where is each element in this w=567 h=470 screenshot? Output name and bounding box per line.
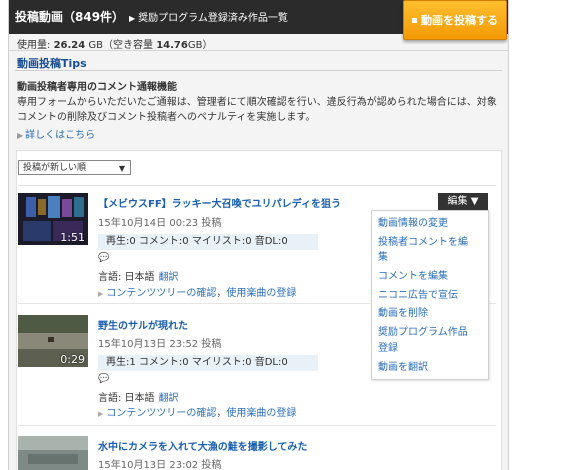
dropdown-arrow-icon: ▼	[470, 196, 479, 207]
video-links: ▶ コンテンツツリーの確認，使用楽曲の登録	[98, 404, 296, 419]
post-video-button-label: 動画を投稿する	[421, 14, 498, 27]
tips-details-link-label: 詳しくはこちら	[25, 130, 96, 141]
square-icon	[412, 17, 417, 23]
video-duration: 1:51	[60, 231, 85, 244]
video-title-link[interactable]: 【メビウスFF】ラッキー大召喚でユリパレディを狙う	[98, 195, 341, 210]
content-tree-link[interactable]: コンテンツツリーの確認	[106, 408, 216, 419]
tips-body: 専用フォームからいただいたご通報は、管理者にて順次確認を行い、違反行為が認められ…	[17, 97, 497, 123]
video-post-date: 15年10月13日 23:52 投稿	[98, 339, 222, 350]
sort-select[interactable]: 投稿が新しい順 ▼	[18, 160, 131, 175]
video-thumbnail-image	[18, 436, 88, 470]
storage-usage: 使用量: 26.24 GB（空き容量 14.76GB）	[17, 36, 212, 51]
tips-details-link[interactable]: ▶ 詳しくはこちら	[17, 126, 95, 141]
page-title: 投稿動画（849件）	[15, 10, 125, 24]
chevron-right-icon: ▶	[98, 290, 104, 298]
video-language-label: 言語: 日本語	[98, 272, 155, 283]
menu-item-incentive-program-wrap[interactable]: 登録	[378, 341, 398, 357]
breadcrumb-label: 奨励プログラム登録済み作品一覧	[138, 13, 288, 24]
video-stats: 再生:1 コメント:0 マイリスト:0 音DL:0	[98, 355, 318, 371]
tips-heading: 動画投稿Tips	[17, 57, 87, 70]
content-tree-link[interactable]: コンテンツツリーの確認	[106, 288, 216, 299]
main-frame: 投稿動画（849件） ▶ 奨励プログラム登録済み作品一覧 動画を投稿する 使用量:…	[8, 0, 509, 470]
video-post-date: 15年10月14日 00:23 投稿	[98, 218, 222, 229]
chevron-right-icon: ▶	[129, 14, 136, 23]
divider	[9, 50, 508, 51]
menu-item-edit-video-info[interactable]: 動画情報の変更	[378, 216, 448, 232]
translate-link[interactable]: 翻訳	[159, 272, 179, 283]
edit-button-label: 編集	[447, 196, 468, 207]
video-stats: 再生:0 コメント:0 マイリスト:0 音DL:0	[98, 234, 318, 250]
video-language-label: 言語: 日本語	[98, 393, 155, 404]
music-register-link[interactable]: 使用楽曲の登録	[226, 288, 296, 299]
video-links: ▶ コンテンツツリーの確認，使用楽曲の登録	[98, 284, 296, 299]
video-title-link[interactable]: 水中にカメラを入れて大漁の鮭を撮影してみた	[98, 438, 307, 453]
divider	[15, 70, 502, 71]
menu-item-translate-video[interactable]: 動画を翻訳	[378, 360, 428, 376]
video-duration: 0:29	[60, 353, 85, 366]
divider	[18, 425, 496, 426]
translate-link[interactable]: 翻訳	[159, 393, 179, 404]
menu-item-edit-comments[interactable]: コメントを編集	[378, 269, 448, 285]
menu-item-edit-uploader-comment[interactable]: 投稿者コメントを編	[378, 235, 468, 251]
dropdown-arrow-icon: ▼	[118, 164, 125, 173]
chevron-right-icon: ▶	[98, 410, 104, 418]
separator: ，	[216, 408, 227, 419]
video-post-date: 15年10月13日 23:02 投稿	[98, 460, 222, 470]
divider	[18, 185, 496, 186]
video-language: 言語: 日本語 翻訳	[98, 389, 179, 404]
comment-bubble-icon: 💬	[98, 374, 110, 384]
music-register-link[interactable]: 使用楽曲の登録	[226, 408, 296, 419]
video-thumbnail[interactable]: 1:51	[18, 193, 88, 245]
video-thumbnail[interactable]	[18, 436, 88, 470]
separator: ，	[216, 288, 227, 299]
edit-menu: 動画情報の変更 投稿者コメントを編 集 コメントを編集 ニコニ広告で宣伝 動画を…	[371, 210, 489, 380]
tips-subheading: 動画投稿者専用のコメント通報機能	[17, 82, 177, 93]
chevron-right-icon: ▶	[17, 131, 24, 140]
menu-item-niconico-ad[interactable]: ニコニ広告で宣伝	[378, 288, 458, 304]
comment-bubble-icon: 💬	[98, 253, 110, 263]
menu-item-incentive-program[interactable]: 奨励プログラム作品	[378, 325, 468, 341]
breadcrumb[interactable]: ▶ 奨励プログラム登録済み作品一覧	[129, 9, 288, 24]
edit-button[interactable]: 編集 ▼	[438, 193, 488, 210]
sort-select-value: 投稿が新しい順	[23, 163, 87, 173]
post-video-button[interactable]: 動画を投稿する	[403, 0, 507, 40]
video-language: 言語: 日本語 翻訳	[98, 268, 179, 283]
menu-item-delete-video[interactable]: 動画を削除	[378, 306, 428, 322]
video-thumbnail[interactable]: 0:29	[18, 315, 88, 367]
video-title-link[interactable]: 野生のサルが現れた	[98, 317, 188, 332]
menu-item-edit-uploader-comment-wrap[interactable]: 集	[378, 250, 388, 266]
